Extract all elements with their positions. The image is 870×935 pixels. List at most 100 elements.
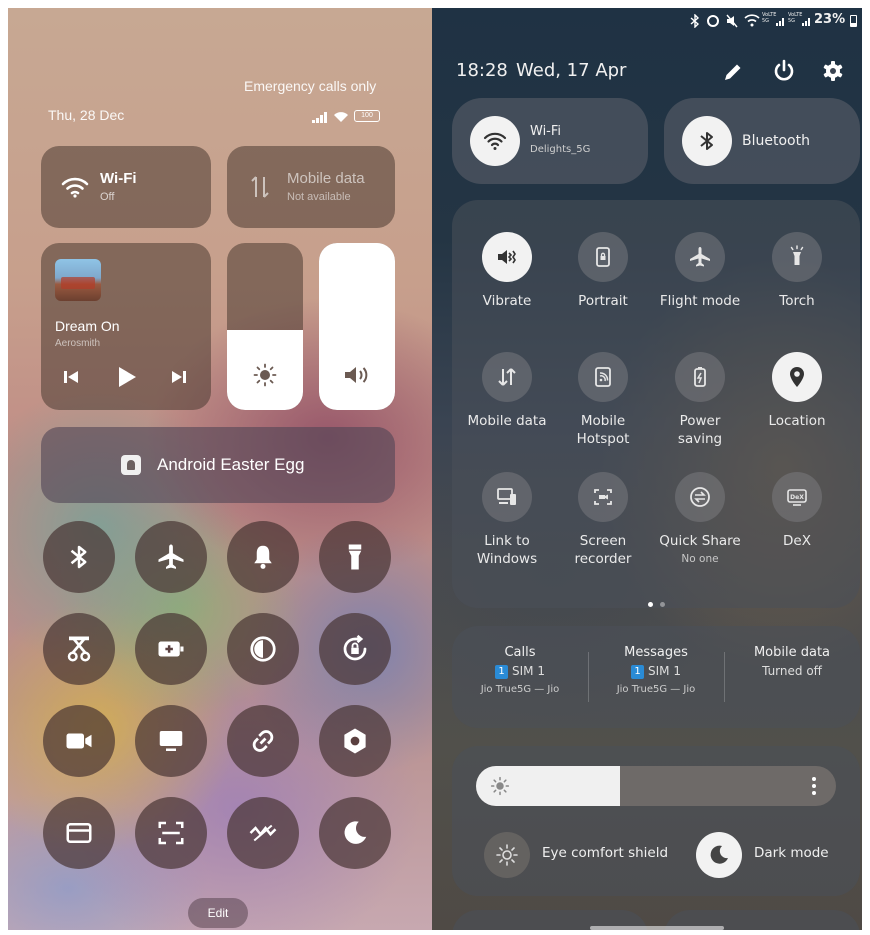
toggle-wave-off[interactable] (227, 797, 299, 869)
bluetooth-status-icon (690, 14, 700, 28)
tile-vibrate[interactable] (482, 232, 532, 282)
bluetooth-icon (70, 545, 87, 569)
messages-sim-section[interactable]: Messages 1 SIM 1 Jio True5G — Jio (588, 644, 724, 700)
toggle-screen-cast[interactable] (43, 613, 115, 685)
toggle-flashlight[interactable] (319, 521, 391, 593)
page-indicator (648, 592, 666, 611)
battery-status-icon (850, 15, 857, 27)
mobile-data-sim-section[interactable]: Mobile data Turned off (724, 644, 860, 680)
link-windows-icon (497, 488, 516, 505)
airplane-icon (690, 247, 710, 267)
bluetooth-tile[interactable]: Bluetooth (664, 98, 860, 184)
wifi-icon (483, 132, 507, 150)
tile-power-saving[interactable] (675, 352, 725, 402)
media-player-tile[interactable]: Dream On Aerosmith (41, 243, 211, 410)
status-date: Thu, 28 Dec (48, 107, 125, 123)
tile-quick-share[interactable] (675, 472, 725, 522)
power-icon[interactable] (772, 59, 796, 83)
toggle-link[interactable] (227, 705, 299, 777)
tile-label-text: Quick Share (659, 533, 741, 549)
sim-info-card: Calls 1 SIM 1 Jio True5G — Jio Messages 1… (452, 626, 860, 728)
wifi-toggle[interactable] (470, 116, 520, 166)
dark-mode-label: Dark mode (754, 845, 829, 861)
settings-gear-icon[interactable] (822, 60, 844, 82)
toggle-rotation-lock[interactable] (319, 613, 391, 685)
tile-mobile-hotspot[interactable] (578, 352, 628, 402)
wave-off-icon (249, 824, 277, 842)
control-center-panel: Emergency calls only Thu, 28 Dec 100 Wi-… (8, 8, 432, 930)
song-artist: Aerosmith (55, 338, 101, 349)
tile-mobile-data[interactable] (482, 352, 532, 402)
next-track-icon[interactable] (171, 369, 187, 385)
song-title: Dream On (55, 318, 120, 334)
album-art (55, 259, 101, 301)
wifi-status-icon-right (744, 14, 760, 27)
toggle-bell[interactable] (227, 521, 299, 593)
mute-status-icon (726, 14, 738, 28)
tile-screen-recorder[interactable] (578, 472, 628, 522)
toggle-airplane[interactable] (135, 521, 207, 593)
messages-title: Messages (624, 645, 688, 660)
tile-flight-mode[interactable] (675, 232, 725, 282)
toggle-scan[interactable] (135, 797, 207, 869)
alarm-status-icon (707, 15, 719, 27)
toggle-contrast[interactable] (227, 613, 299, 685)
power-saving-icon (694, 367, 706, 387)
edit-label: Edit (207, 906, 229, 920)
brightness-bar[interactable] (476, 766, 836, 806)
toggle-video-camera[interactable] (43, 705, 115, 777)
bluetooth-title: Bluetooth (742, 133, 810, 149)
mobile-data-tile[interactable]: Mobile data Not available (227, 146, 395, 228)
eye-comfort-icon (484, 832, 530, 878)
home-indicator (590, 926, 724, 930)
signal-icon-1 (776, 18, 784, 26)
bluetooth-toggle[interactable] (682, 116, 732, 166)
tile-portrait[interactable] (578, 232, 628, 282)
quick-settings-card: Vibrate Portrait Flight mode Torch Mobile da… (452, 200, 860, 608)
calls-title: Calls (504, 645, 536, 660)
play-icon[interactable] (117, 366, 137, 388)
tile-label-text: Portrait (578, 293, 628, 309)
toggle-monitor[interactable] (135, 705, 207, 777)
easter-egg-tile[interactable]: Android Easter Egg (41, 427, 395, 503)
tile-link-to-windows[interactable] (482, 472, 532, 522)
card-icon (66, 823, 92, 843)
volume-slider[interactable] (319, 243, 395, 410)
wifi-tile[interactable]: Wi-Fi Delights_5G (452, 98, 648, 184)
toggle-battery-saver[interactable] (135, 613, 207, 685)
wifi-tile[interactable]: Wi-Fi Off (41, 146, 211, 228)
wifi-icon (61, 177, 89, 198)
more-options-icon[interactable] (810, 776, 818, 796)
dark-mode-toggle[interactable]: Dark mode (696, 832, 856, 878)
header-date: Wed, 17 Apr (516, 60, 627, 81)
eye-comfort-toggle[interactable]: Eye comfort shield (484, 832, 684, 878)
mobile-data-tile-title: Mobile data (287, 170, 365, 187)
mobile-data-title: Mobile data (753, 645, 831, 660)
svg-text:DeX: DeX (790, 494, 804, 501)
tile-torch[interactable] (772, 232, 822, 282)
previous-track-icon[interactable] (63, 369, 79, 385)
data-arrows-icon (498, 368, 516, 386)
mobile-data-tile-status: Not available (287, 191, 351, 203)
tile-dex[interactable]: DeX (772, 472, 822, 522)
toggle-bluetooth[interactable] (43, 521, 115, 593)
toggle-moon[interactable] (319, 797, 391, 869)
tile-location[interactable] (772, 352, 822, 402)
calls-sim-section[interactable]: Calls 1 SIM 1 Jio True5G — Jio (452, 644, 588, 700)
torch-icon (790, 245, 804, 265)
tile-label: Flight mode (650, 292, 750, 310)
edit-pencil-icon[interactable] (722, 61, 744, 83)
toggle-card[interactable] (43, 797, 115, 869)
tile-label-text: Mobile Hotspot (576, 413, 630, 447)
edit-button[interactable]: Edit (188, 898, 248, 928)
eye-comfort-label: Eye comfort shield (542, 845, 669, 861)
signal-icon (312, 112, 327, 123)
bluetooth-icon (700, 132, 713, 150)
brightness-slider[interactable] (227, 243, 303, 410)
tile-label: Power saving (650, 412, 750, 448)
battery-level-text: 100 (361, 112, 373, 119)
tile-label: Screen recorder (553, 532, 653, 568)
settings-hex-icon (344, 728, 366, 754)
toggle-settings-hex[interactable] (319, 705, 391, 777)
wifi-tile-status: Off (100, 191, 115, 203)
